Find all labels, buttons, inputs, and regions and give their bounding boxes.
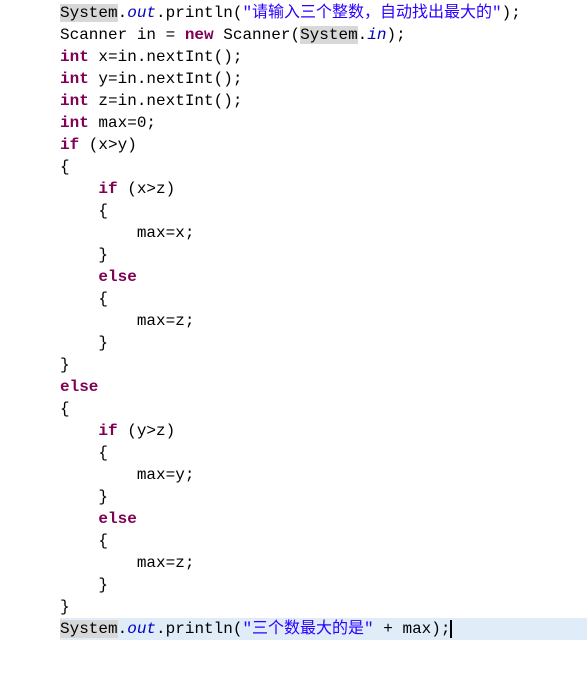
kw-new: new [185, 26, 214, 44]
code-line: Scanner in = new Scanner(System.in); [60, 24, 587, 46]
string-literal: "请输入三个整数，自动找出最大的" [242, 4, 501, 22]
code-line: max=z; [60, 552, 587, 574]
code-line: if (y>z) [60, 420, 587, 442]
code-line: max=x; [60, 222, 587, 244]
code-line: { [60, 398, 587, 420]
kw-else: else [98, 268, 136, 286]
code-line: else [60, 376, 587, 398]
code-line: int y=in.nextInt(); [60, 68, 587, 90]
code-line: { [60, 288, 587, 310]
kw-int: int [60, 48, 89, 66]
code-line: { [60, 156, 587, 178]
code-line: int x=in.nextInt(); [60, 46, 587, 68]
code-line: max=z; [60, 310, 587, 332]
kw-if: if [60, 136, 79, 154]
kw-int: int [60, 70, 89, 88]
ident-System: System [300, 26, 358, 44]
kw-else: else [60, 378, 98, 396]
code-line: } [60, 574, 587, 596]
code-block: System.out.println("请输入三个整数，自动找出最大的"); S… [60, 2, 587, 640]
code-line: } [60, 332, 587, 354]
string-literal: "三个数最大的是" [242, 620, 373, 638]
code-line: int max=0; [60, 112, 587, 134]
code-line: max=y; [60, 464, 587, 486]
ident-out: out [127, 4, 156, 22]
text-cursor [450, 620, 452, 638]
code-line: { [60, 200, 587, 222]
code-line: } [60, 244, 587, 266]
code-line-current[interactable]: System.out.println("三个数最大的是" + max); [60, 618, 587, 640]
code-line: { [60, 530, 587, 552]
ident-System: System [60, 4, 118, 22]
code-line: } [60, 596, 587, 618]
code-line: else [60, 508, 587, 530]
kw-int: int [60, 92, 89, 110]
code-line: if (x>z) [60, 178, 587, 200]
kw-int: int [60, 114, 89, 132]
code-line: } [60, 486, 587, 508]
code-line: } [60, 354, 587, 376]
code-line: { [60, 442, 587, 464]
kw-if: if [98, 180, 117, 198]
kw-if: if [98, 422, 117, 440]
ident-out: out [127, 620, 156, 638]
ident-System: System [60, 620, 118, 638]
code-line: else [60, 266, 587, 288]
ident-in: in [367, 26, 386, 44]
code-line: System.out.println("请输入三个整数，自动找出最大的"); [60, 2, 587, 24]
code-line: int z=in.nextInt(); [60, 90, 587, 112]
code-line: if (x>y) [60, 134, 587, 156]
kw-else: else [98, 510, 136, 528]
